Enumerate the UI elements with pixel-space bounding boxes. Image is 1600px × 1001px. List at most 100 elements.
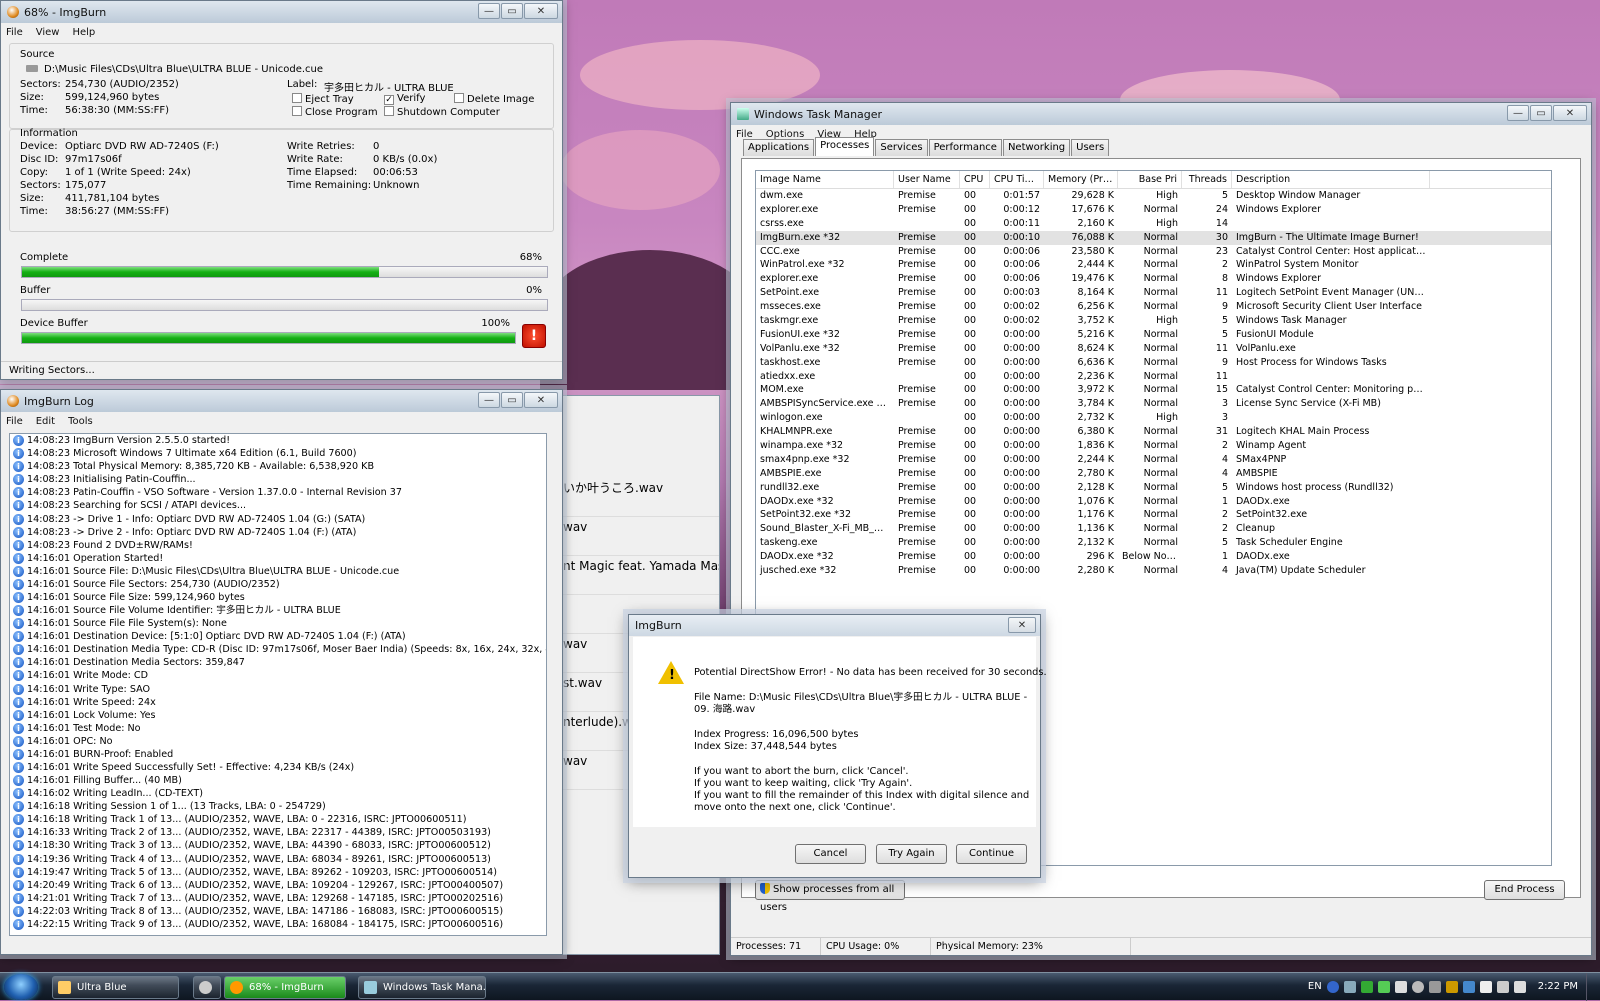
imgburn-log-window[interactable]: ImgBurn Log — ▭ ✕ File Edit Tools i 14:08… <box>0 389 563 955</box>
column-header[interactable]: Threads <box>1182 171 1232 188</box>
taskmgr-titlebar[interactable]: Windows Task Manager — ▭ ✕ <box>731 103 1591 125</box>
tab-applications[interactable]: Applications <box>743 139 815 156</box>
menu-options[interactable]: Options <box>766 129 805 140</box>
tab-performance[interactable]: Performance <box>928 139 1002 156</box>
process-row[interactable]: AMBSPISyncService.exe *32 Premise 00 0:00:0… <box>756 397 1551 411</box>
maximize-button[interactable]: ▭ <box>501 392 523 408</box>
checkbox[interactable] <box>454 93 464 103</box>
cancel-button[interactable]: Cancel <box>795 844 866 864</box>
minimize-button[interactable]: — <box>478 3 500 19</box>
close-button[interactable]: ✕ <box>524 392 558 408</box>
end-process-button[interactable]: End Process <box>1484 880 1565 900</box>
option-4[interactable]: Shutdown Computer <box>384 106 500 118</box>
process-row[interactable]: KHALMNPR.exe Premise 00 0:00:00 6,380 K Norma… <box>756 425 1551 439</box>
menu-file[interactable]: File <box>6 416 23 427</box>
process-row[interactable]: taskhost.exe Premise 00 0:00:00 6,636 K Norma… <box>756 356 1551 370</box>
menu-help[interactable]: Help <box>72 27 95 38</box>
clock[interactable]: 2:22 PM <box>1538 973 1578 1001</box>
column-header[interactable]: Image Name <box>756 171 894 188</box>
tab-networking[interactable]: Networking <box>1002 139 1071 156</box>
help-tray-icon[interactable] <box>1326 981 1339 993</box>
imgburn-titlebar[interactable]: 68% - ImgBurn — ▭ ✕ <box>1 1 562 23</box>
checkbox[interactable] <box>384 106 394 116</box>
maximize-button[interactable]: ▭ <box>1530 105 1552 121</box>
menu-tools[interactable]: Tools <box>68 416 93 427</box>
try-again-button[interactable]: Try Again <box>876 844 947 864</box>
process-row[interactable]: taskmgr.exe Premise 00 0:00:02 3,752 K High 5 W… <box>756 314 1551 328</box>
minimize-button[interactable]: — <box>1507 105 1529 121</box>
process-row[interactable]: explorer.exe Premise 00 0:00:06 19,476 K Norm… <box>756 272 1551 286</box>
process-row[interactable]: winlogon.exe 00 0:00:00 2,732 K High 3 <box>756 411 1551 425</box>
option-1[interactable]: ✓ Verify <box>384 93 425 105</box>
close-button[interactable]: ✕ <box>1553 105 1587 121</box>
process-row[interactable]: MOM.exe Premise 00 0:00:00 3,972 K Normal 15 Ca… <box>756 383 1551 397</box>
network-tray-icon[interactable] <box>1343 981 1356 993</box>
process-row[interactable]: msseces.exe Premise 00 0:00:02 6,256 K Normal… <box>756 300 1551 314</box>
imgburn-window[interactable]: 68% - ImgBurn — ▭ ✕ File View Help Sourc… <box>0 0 563 380</box>
process-row[interactable]: SetPoint32.exe *32 Premise 00 0:00:00 1,176 … <box>756 508 1551 522</box>
column-header[interactable]: CPU Time <box>990 171 1044 188</box>
checkbox[interactable] <box>292 106 302 116</box>
start-button[interactable] <box>4 974 38 1000</box>
checkbox[interactable]: ✓ <box>384 95 394 105</box>
process-row[interactable]: rundll32.exe Premise 00 0:00:00 2,128 K Norma… <box>756 481 1551 495</box>
option-2[interactable]: Delete Image <box>454 93 534 105</box>
checkbox[interactable] <box>292 93 302 103</box>
update-tray-icon[interactable] <box>1462 981 1475 993</box>
action-center-tray-icon[interactable] <box>1479 981 1492 993</box>
option-3[interactable]: Close Program <box>292 106 378 118</box>
process-row[interactable]: DAODx.exe *32 Premise 00 0:00:00 296 K Below … <box>756 550 1551 564</box>
process-row[interactable]: ImgBurn.exe *32 Premise 00 0:00:10 76,088 K N… <box>756 230 1551 245</box>
menu-view[interactable]: View <box>36 27 60 38</box>
menu-file[interactable]: File <box>6 27 23 38</box>
volume-icon[interactable] <box>1513 981 1526 993</box>
process-row[interactable]: Sound_Blaster_X-Fi_MB_Clean... Premise 00 0… <box>756 522 1551 536</box>
option-0[interactable]: Eject Tray <box>292 93 354 105</box>
tab-processes[interactable]: Processes <box>815 137 875 156</box>
taskbar-pinned-app[interactable] <box>193 976 221 999</box>
device-tray-icon[interactable] <box>1428 981 1441 993</box>
taskbar-button-ultra-blue[interactable]: Ultra Blue <box>52 976 179 999</box>
security-tray-icon[interactable] <box>1360 981 1373 993</box>
process-row[interactable]: CCC.exe Premise 00 0:00:06 23,580 K Normal 23 C… <box>756 245 1551 259</box>
disc-tray-icon[interactable] <box>1411 981 1424 993</box>
process-row[interactable]: csrss.exe 00 0:00:11 2,160 K High 14 <box>756 217 1551 231</box>
dialog-close-button[interactable]: ✕ <box>1008 617 1036 633</box>
process-row[interactable]: explorer.exe Premise 00 0:00:12 17,676 K Norm… <box>756 203 1551 217</box>
language-indicator[interactable]: EN <box>1308 973 1322 1001</box>
process-row[interactable]: atiedxx.exe 00 0:00:00 2,236 K Normal 11 <box>756 370 1551 384</box>
process-row[interactable]: jusched.exe *32 Premise 00 0:00:00 2,280 K No… <box>756 564 1551 578</box>
column-header[interactable]: Memory (Pri... <box>1044 171 1118 188</box>
process-row[interactable]: taskeng.exe Premise 00 0:00:00 2,132 K Normal… <box>756 536 1551 550</box>
taskbar-button-imgburn[interactable]: 68% - ImgBurn <box>224 976 346 999</box>
battery-tray-icon[interactable] <box>1377 981 1390 993</box>
menu-edit[interactable]: Edit <box>36 416 55 427</box>
maximize-button[interactable]: ▭ <box>501 3 523 19</box>
tab-services[interactable]: Services <box>875 139 928 156</box>
tab-users[interactable]: Users <box>1071 139 1110 156</box>
abort-button[interactable]: ! <box>522 324 546 348</box>
process-row[interactable]: FusionUI.exe *32 Premise 00 0:00:00 5,216 K N… <box>756 328 1551 342</box>
process-row[interactable]: DAODx.exe *32 Premise 00 0:00:00 1,076 K Norm… <box>756 495 1551 509</box>
process-row[interactable]: dwm.exe Premise 00 0:01:57 29,628 K High 5 Desk… <box>756 189 1551 203</box>
app-tray-icon[interactable] <box>1394 981 1407 993</box>
menu-file[interactable]: File <box>736 129 753 140</box>
display-tray-icon[interactable] <box>1496 981 1509 993</box>
close-button[interactable]: ✕ <box>524 3 558 19</box>
column-header[interactable]: Description <box>1232 171 1430 188</box>
column-header[interactable]: Base Pri <box>1118 171 1182 188</box>
show-desktop-button[interactable] <box>1586 973 1596 1001</box>
log-list[interactable]: i 14:08:23 ImgBurn Version 2.5.5.0 starte… <box>9 433 547 936</box>
process-row[interactable]: WinPatrol.exe *32 Premise 00 0:00:06 2,444 K… <box>756 258 1551 272</box>
process-row[interactable]: SetPoint.exe Premise 00 0:00:03 8,164 K Norma… <box>756 286 1551 300</box>
winpatrol-tray-icon[interactable] <box>1445 981 1458 993</box>
show-all-processes-button[interactable]: Show processes from all users <box>755 880 905 913</box>
dialog-titlebar[interactable]: ImgBurn ✕ <box>629 615 1040 636</box>
continue-button[interactable]: Continue <box>956 844 1027 864</box>
taskbar-button-task-manager[interactable]: Windows Task Mana... <box>358 976 486 999</box>
directshow-error-dialog[interactable]: ImgBurn ✕ ! Potential DirectShow Error! … <box>628 614 1047 878</box>
minimize-button[interactable]: — <box>478 392 500 408</box>
column-header[interactable]: CPU <box>960 171 990 188</box>
process-row[interactable]: VolPanlu.exe *32 Premise 00 0:00:00 8,624 K N… <box>756 342 1551 356</box>
column-header[interactable]: User Name <box>894 171 960 188</box>
